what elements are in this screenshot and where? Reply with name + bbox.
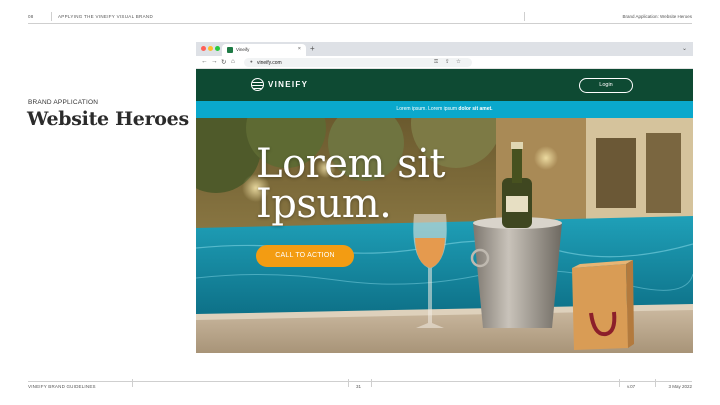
- footer-divider: [371, 379, 372, 387]
- home-icon[interactable]: ⌂: [231, 58, 235, 65]
- tab-menu-icon[interactable]: ⌄: [682, 45, 687, 52]
- key-icon[interactable]: ⚿: [434, 59, 438, 66]
- browser-tab[interactable]: Vineify ×: [222, 44, 306, 56]
- promo-text-bold: dolor sit amet.: [458, 106, 493, 112]
- footer-divider: [619, 379, 620, 387]
- footer-divider: [132, 379, 133, 387]
- header-page-label: Brand Application: Website Heroes: [622, 14, 692, 19]
- page-title: Website Heroes: [27, 108, 189, 130]
- reload-icon[interactable]: ↻: [221, 58, 226, 66]
- hero-headline: Lorem sit Ipsum.: [256, 144, 445, 224]
- eyebrow-label: BRAND APPLICATION: [28, 99, 99, 106]
- hero-headline-line-1: Lorem sit: [256, 141, 445, 187]
- header-rule: [28, 23, 692, 24]
- url-text: vineify.com: [257, 59, 282, 66]
- browser-toolbar: ← → ↻ ⌂ ● vineify.com ⚿ ⇪ ☆: [196, 56, 693, 69]
- promo-text: Lorem ipsum. Lorem ipsum: [396, 106, 459, 112]
- call-to-action-button[interactable]: CALL TO ACTION: [256, 245, 354, 267]
- site-navbar: VINEIFY Login: [196, 69, 693, 101]
- forward-arrow-icon[interactable]: →: [211, 58, 218, 65]
- minimize-window-dot[interactable]: [208, 46, 213, 51]
- new-tab-icon[interactable]: +: [310, 44, 315, 53]
- login-button[interactable]: Login: [579, 78, 633, 93]
- promo-banner: Lorem ipsum. Lorem ipsum dolor sit amet.: [196, 101, 693, 118]
- page-number: 31: [356, 384, 362, 389]
- section-title-header: APPLYING THE VINEIFY VISUAL BRAND: [58, 14, 154, 19]
- close-tab-icon[interactable]: ×: [298, 46, 301, 52]
- tab-label: Vineify: [236, 47, 250, 52]
- footer-guidelines-label: VINEIFY BRAND GUIDELINES: [28, 384, 96, 389]
- bookmark-star-icon[interactable]: ☆: [456, 59, 461, 65]
- version-label: v.07: [627, 384, 636, 389]
- favicon-icon: [227, 47, 233, 53]
- hero-headline-line-2: Ipsum.: [256, 181, 392, 227]
- logo-wordmark[interactable]: VINEIFY: [268, 80, 308, 89]
- back-arrow-icon[interactable]: ←: [201, 58, 208, 65]
- lock-icon: ●: [250, 59, 253, 64]
- date-label: 3 May 2022: [668, 384, 692, 389]
- share-icon[interactable]: ⇪: [445, 59, 450, 65]
- vineify-logo-icon[interactable]: [251, 78, 264, 91]
- footer-divider: [348, 379, 349, 387]
- hero-section: Lorem sit Ipsum. CALL TO ACTION: [196, 118, 693, 353]
- address-bar[interactable]: ● vineify.com ⚿ ⇪ ☆: [244, 58, 472, 67]
- header-divider: [51, 12, 52, 21]
- maximize-window-dot[interactable]: [215, 46, 220, 51]
- close-window-dot[interactable]: [201, 46, 206, 51]
- browser-tab-bar: Vineify × + ⌄: [196, 42, 693, 56]
- header-divider-right: [524, 12, 525, 21]
- browser-window: Vineify × + ⌄ ← → ↻ ⌂ ● vineify.com ⚿ ⇪ …: [196, 42, 693, 353]
- section-number: 08: [28, 14, 34, 19]
- footer-rule: [28, 381, 692, 382]
- footer-divider: [655, 379, 656, 387]
